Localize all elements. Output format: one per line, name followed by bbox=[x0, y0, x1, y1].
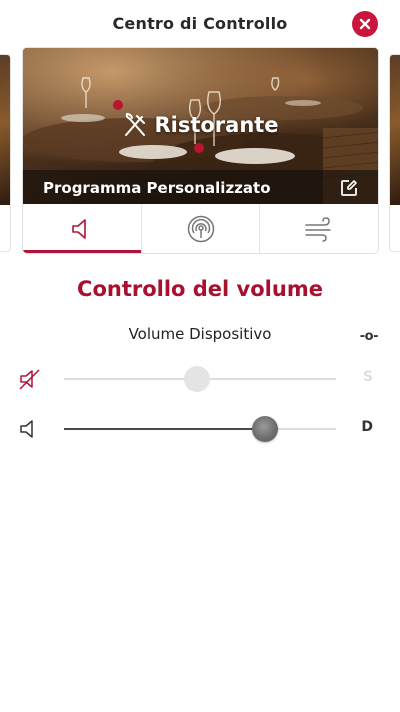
close-icon bbox=[359, 18, 371, 30]
edit-program-button[interactable] bbox=[340, 179, 358, 197]
device-volume-label: Volume Dispositivo bbox=[128, 325, 272, 343]
right-volume-slider[interactable] bbox=[64, 416, 336, 442]
speaker-icon bbox=[72, 218, 86, 239]
program-title: Ristorante bbox=[23, 112, 378, 138]
tab-hearing[interactable] bbox=[142, 204, 261, 253]
balance-toggle[interactable]: -o- bbox=[360, 329, 379, 344]
left-volume-slider[interactable] bbox=[64, 366, 336, 392]
control-center-screen: Centro di Controllo Ristorante Programma… bbox=[0, 0, 400, 712]
program-tabs bbox=[23, 204, 378, 253]
fork-knife-icon bbox=[125, 112, 146, 136]
previous-program-card[interactable] bbox=[0, 54, 11, 252]
program-image: Ristorante Programma Personalizzato bbox=[23, 48, 378, 206]
tab-wind[interactable] bbox=[260, 204, 378, 253]
edit-icon bbox=[341, 180, 357, 196]
program-subtitle: Programma Personalizzato bbox=[43, 179, 271, 197]
right-volume-thumb[interactable] bbox=[252, 416, 279, 442]
left-volume-thumb[interactable] bbox=[184, 366, 211, 392]
speaker-muted-icon[interactable] bbox=[18, 367, 42, 391]
left-volume-slider-row: S bbox=[0, 359, 400, 399]
program-carousel[interactable]: Ristorante Programma Personalizzato bbox=[0, 46, 400, 258]
program-card: Ristorante Programma Personalizzato bbox=[22, 47, 379, 254]
program-name: Ristorante bbox=[154, 113, 279, 137]
next-program-card[interactable] bbox=[389, 54, 400, 252]
program-footer: Programma Personalizzato bbox=[23, 170, 378, 206]
header: Centro di Controllo bbox=[0, 0, 400, 46]
page-title: Centro di Controllo bbox=[112, 13, 288, 33]
speaker-icon[interactable] bbox=[18, 417, 42, 441]
right-side-label: D bbox=[361, 419, 373, 435]
close-button[interactable] bbox=[352, 11, 378, 37]
left-side-label: S bbox=[362, 369, 373, 385]
tab-volume[interactable] bbox=[23, 204, 142, 253]
right-volume-slider-row: D bbox=[0, 409, 400, 449]
wind-icon bbox=[305, 216, 331, 242]
right-volume-fill bbox=[64, 428, 266, 430]
section-title: Controllo del volume bbox=[77, 277, 323, 301]
hearing-signal-icon bbox=[187, 215, 214, 242]
